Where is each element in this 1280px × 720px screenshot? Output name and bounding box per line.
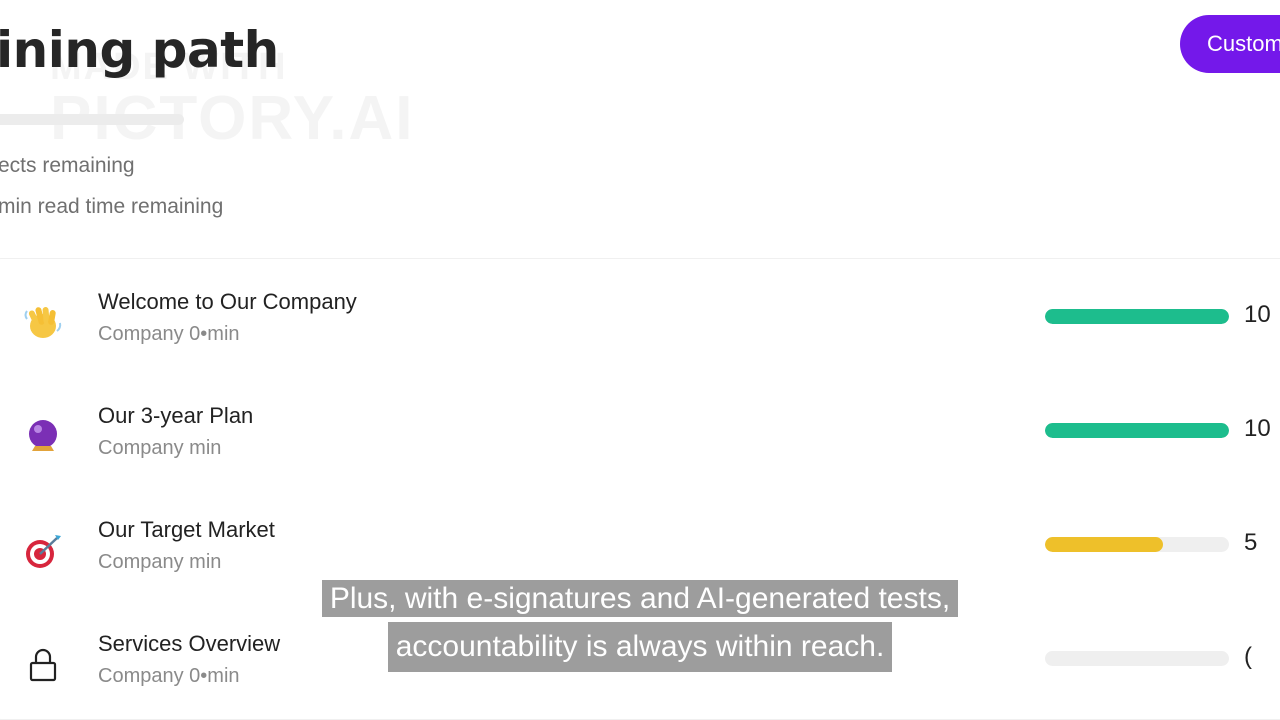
subject-progress-percent: 10 <box>1244 301 1271 328</box>
crystal-ball-icon <box>21 415 65 459</box>
caption-line-1: Plus, with e-signatures and AI-generated… <box>321 580 959 617</box>
read-time-remaining-text: min read time remaining <box>0 195 224 218</box>
subject-progress-fill <box>1045 423 1229 438</box>
subject-progress-bar <box>1045 309 1229 324</box>
subject-meta: Company min <box>98 437 222 459</box>
subject-progress-bar <box>1045 423 1229 438</box>
page-title: ining path <box>0 21 279 79</box>
subject-title: Welcome to Our Company <box>98 289 357 314</box>
subject-row-3-year-plan[interactable]: Our 3-year Plan Company min 10 <box>0 401 1271 481</box>
subject-meta: Company 0•min <box>98 323 240 345</box>
subject-row-welcome[interactable]: Welcome to Our Company Company 0•min 10 <box>0 287 1271 367</box>
customize-button[interactable]: Custom <box>1180 15 1280 73</box>
overall-progress-bar <box>0 114 184 125</box>
subject-title: Our 3-year Plan <box>98 403 254 428</box>
video-caption: Plus, with e-signatures and AI-generated… <box>0 576 1280 672</box>
subject-progress-bar <box>1045 537 1229 552</box>
target-icon <box>21 529 65 573</box>
subject-progress-percent: 10 <box>1244 415 1271 442</box>
subject-progress-fill <box>1045 309 1229 324</box>
caption-line-2: accountability is always within reach. <box>387 622 893 672</box>
subjects-remaining-text: ects remaining <box>0 154 135 177</box>
subject-title: Our Target Market <box>98 517 275 542</box>
subject-progress-fill <box>1045 537 1163 552</box>
subject-meta: Company min <box>98 551 222 573</box>
waving-hand-icon <box>21 301 65 345</box>
subject-progress-percent: 5 <box>1244 529 1258 556</box>
